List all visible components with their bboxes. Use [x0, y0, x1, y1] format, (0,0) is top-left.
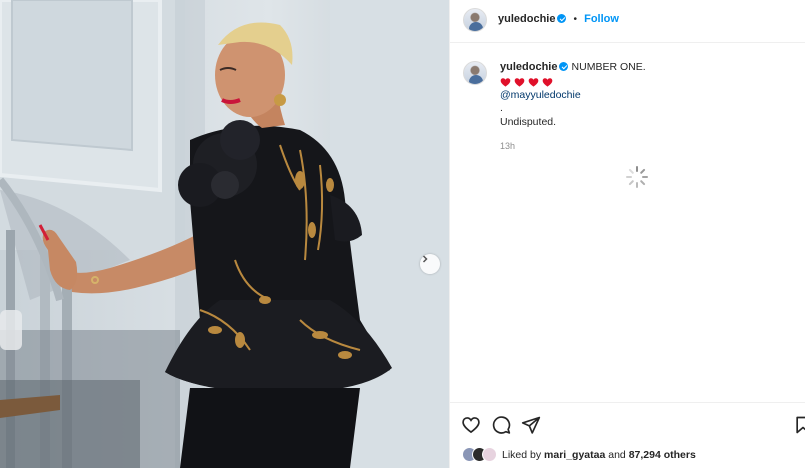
- liker-avatar[interactable]: [482, 447, 497, 462]
- caption-line-undisputed: Undisputed.: [500, 115, 557, 128]
- caption-text: NUMBER ONE.: [571, 61, 646, 73]
- heart-icon[interactable]: [461, 415, 481, 435]
- comment-icon[interactable]: [491, 415, 511, 435]
- caption-line-dot: .: [500, 102, 503, 114]
- red-heart-icon: [542, 77, 553, 87]
- caption: yuledochie NUMBER ONE. @mayyuledochie . …: [500, 61, 790, 129]
- photo-illustration: [0, 0, 449, 468]
- caption-mention-link[interactable]: @mayyuledochie: [500, 89, 790, 103]
- red-heart-icon: [514, 77, 525, 87]
- post-actions: Liked by mari_gyataa and 87,294 others: [450, 402, 805, 468]
- loading-spinner-icon: [626, 166, 648, 188]
- author-username[interactable]: yuledochie: [498, 13, 555, 25]
- carousel-next-button[interactable]: [420, 254, 440, 274]
- post-sidebar: yuledochie • Follow yuledochie NUMBER ON…: [449, 0, 805, 468]
- likes-prefix: Liked by: [502, 448, 542, 461]
- follow-button[interactable]: Follow: [584, 13, 619, 25]
- send-icon[interactable]: [521, 415, 541, 435]
- post-photo[interactable]: [0, 0, 449, 468]
- post-header: yuledochie • Follow: [450, 0, 805, 43]
- verified-badge-icon: [559, 62, 569, 71]
- red-heart-icon: [500, 77, 511, 87]
- separator-dot: •: [573, 14, 578, 25]
- post-timestamp[interactable]: 13h: [500, 141, 515, 151]
- bookmark-icon[interactable]: [793, 415, 805, 435]
- red-heart-icon: [528, 77, 539, 87]
- liker-username[interactable]: mari_gyataa: [544, 449, 605, 461]
- verified-badge-icon: [557, 14, 567, 23]
- caption-author-username[interactable]: yuledochie: [500, 61, 557, 73]
- likes-and: and: [608, 448, 626, 461]
- caption-hearts: [500, 76, 790, 89]
- likes-count[interactable]: 87,294 others: [629, 449, 696, 461]
- caption-author-avatar[interactable]: [463, 61, 487, 85]
- header-user-line: yuledochie • Follow: [498, 13, 619, 25]
- likes-text: Liked by mari_gyataa and 87,294 others: [502, 449, 696, 461]
- chevron-right-icon: [422, 255, 428, 263]
- author-avatar[interactable]: [463, 8, 487, 32]
- likes-summary: Liked by mari_gyataa and 87,294 others: [462, 447, 696, 462]
